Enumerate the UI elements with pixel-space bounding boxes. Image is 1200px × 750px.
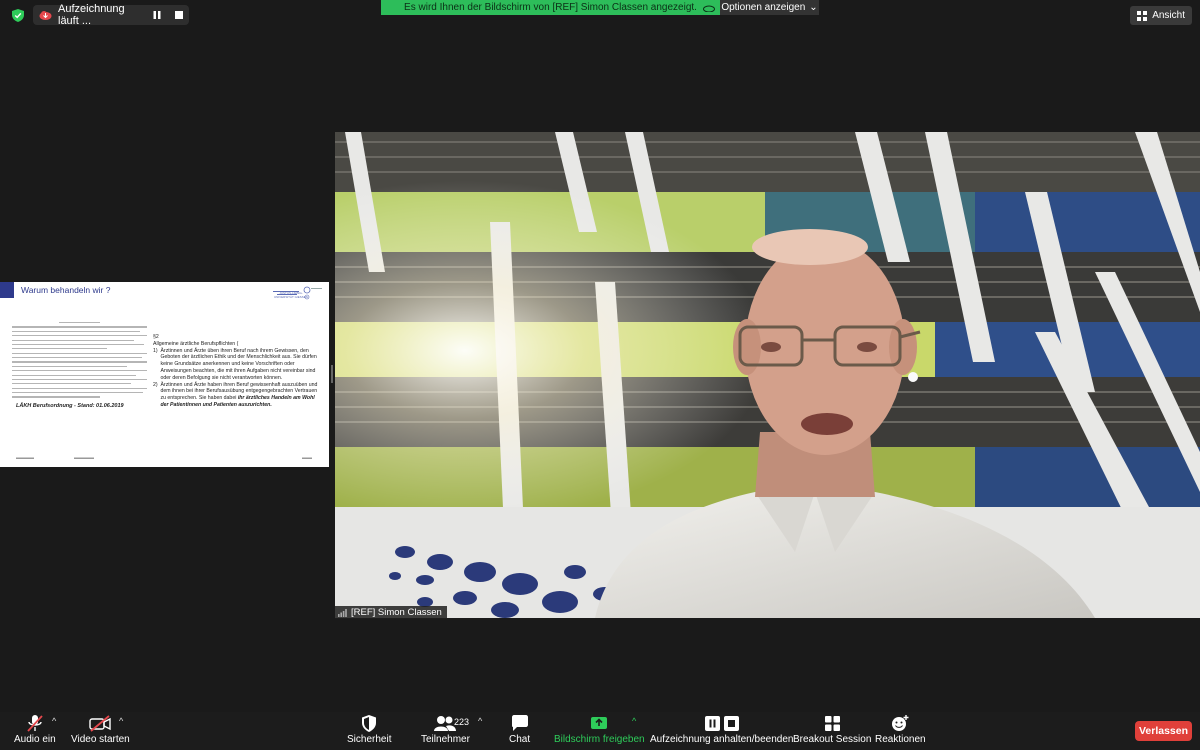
smiley-plus-icon [892, 715, 909, 731]
slide-section: §2 [153, 334, 159, 340]
share-options-chevron-icon[interactable]: ^ [632, 716, 636, 726]
list-marker: 1) [153, 347, 161, 354]
video-label: Video starten [71, 734, 130, 745]
security-label: Sicherheit [347, 734, 392, 745]
slide-title: Warum behandeln wir ? [21, 285, 111, 295]
share-banner-text: Es wird Ihnen der Bildschirm von [REF] S… [404, 2, 697, 13]
security-shield-icon [362, 715, 377, 732]
logo-text: JUSTUS-LIEBIG-UNIVERSITÄT GIESSEN [274, 291, 308, 299]
slide-text-block [12, 322, 147, 401]
shield-check-icon[interactable] [12, 9, 24, 22]
audio-options-chevron-icon[interactable]: ^ [52, 716, 56, 726]
participants-label: Teilnehmer [421, 734, 470, 745]
chat-icon [511, 715, 528, 731]
recording-indicator: Aufzeichnung läuft ... [33, 3, 189, 27]
video-options-chevron-icon[interactable]: ^ [119, 716, 123, 726]
share-screen-label: Bildschirm freigeben [554, 734, 645, 745]
participants-count: 223 [454, 717, 470, 727]
speaker-video[interactable] [335, 132, 1200, 618]
video-frame [335, 132, 1200, 618]
view-button-label: Ansicht [1152, 10, 1185, 21]
chat-button[interactable]: Chat [509, 715, 530, 745]
view-options-button[interactable]: Optionen anzeigen ⌄ [720, 0, 819, 15]
audio-label: Audio ein [14, 734, 56, 745]
security-button[interactable]: Sicherheit [347, 715, 391, 745]
slide-paragraph: §2 Allgemeine ärztliche Berufspflichten … [153, 334, 321, 409]
slide-footer [16, 457, 312, 459]
breakout-grid-icon [824, 716, 840, 731]
slide-item-1: Ärztinnen und Ärzte üben ihren Beruf nac… [160, 347, 317, 381]
stop-icon[interactable] [175, 11, 183, 19]
shared-screen-slide[interactable]: Warum behandeln wir ? JUSTUS-LIEBIG-UNIV… [0, 282, 329, 467]
audio-button[interactable]: Audio ein [14, 715, 56, 745]
slide-source: LÄKH Berufsordnung - Stand: 01.06.2019 [16, 403, 124, 409]
view-button[interactable]: Ansicht [1130, 6, 1192, 25]
video-off-icon [89, 715, 112, 732]
participants-options-chevron-icon[interactable]: ^ [478, 716, 482, 726]
screen-share-banner: Es wird Ihnen der Bildschirm von [REF] S… [381, 0, 720, 15]
pause-stop-recording-icon [704, 716, 739, 731]
recording-control-label: Aufzeichnung anhalten/beenden [650, 734, 794, 745]
chat-label: Chat [509, 734, 531, 745]
reactions-button[interactable]: Reaktionen [875, 715, 926, 745]
signal-icon [338, 608, 347, 617]
cloud-icon [703, 5, 715, 12]
breakout-session-button[interactable]: Breakout Session [793, 715, 871, 745]
participant-name-tag: [REF] Simon Classen [335, 606, 447, 619]
view-options-label: Optionen anzeigen [721, 2, 806, 13]
list-marker: 2) [153, 381, 161, 388]
reactions-label: Reaktionen [875, 734, 926, 745]
slide-item-2: Ärztinnen und Ärzte haben ihren Beruf ge… [161, 382, 322, 409]
cloud-recording-icon [39, 11, 52, 20]
chevron-down-icon: ⌄ [809, 2, 818, 13]
recording-control-button[interactable]: Aufzeichnung anhalten/beenden [650, 715, 793, 745]
breakout-label: Breakout Session [793, 734, 872, 745]
view-grid-icon [1137, 10, 1148, 21]
slide-accent-bar [0, 282, 14, 298]
microphone-muted-icon [27, 715, 43, 732]
leave-meeting-button[interactable]: Verlassen [1135, 721, 1192, 741]
meeting-toolbar: Audio ein ^ Video starten ^ Sicherheit T… [0, 712, 1200, 750]
slide-heading: Allgemeine ärztliche Berufspflichten ( [153, 340, 239, 347]
recording-label: Aufzeichnung läuft ... [58, 3, 125, 27]
resize-handle[interactable] [331, 365, 333, 383]
participant-name: [REF] Simon Classen [351, 607, 442, 618]
share-screen-icon [591, 717, 608, 729]
pause-icon[interactable] [153, 11, 161, 19]
